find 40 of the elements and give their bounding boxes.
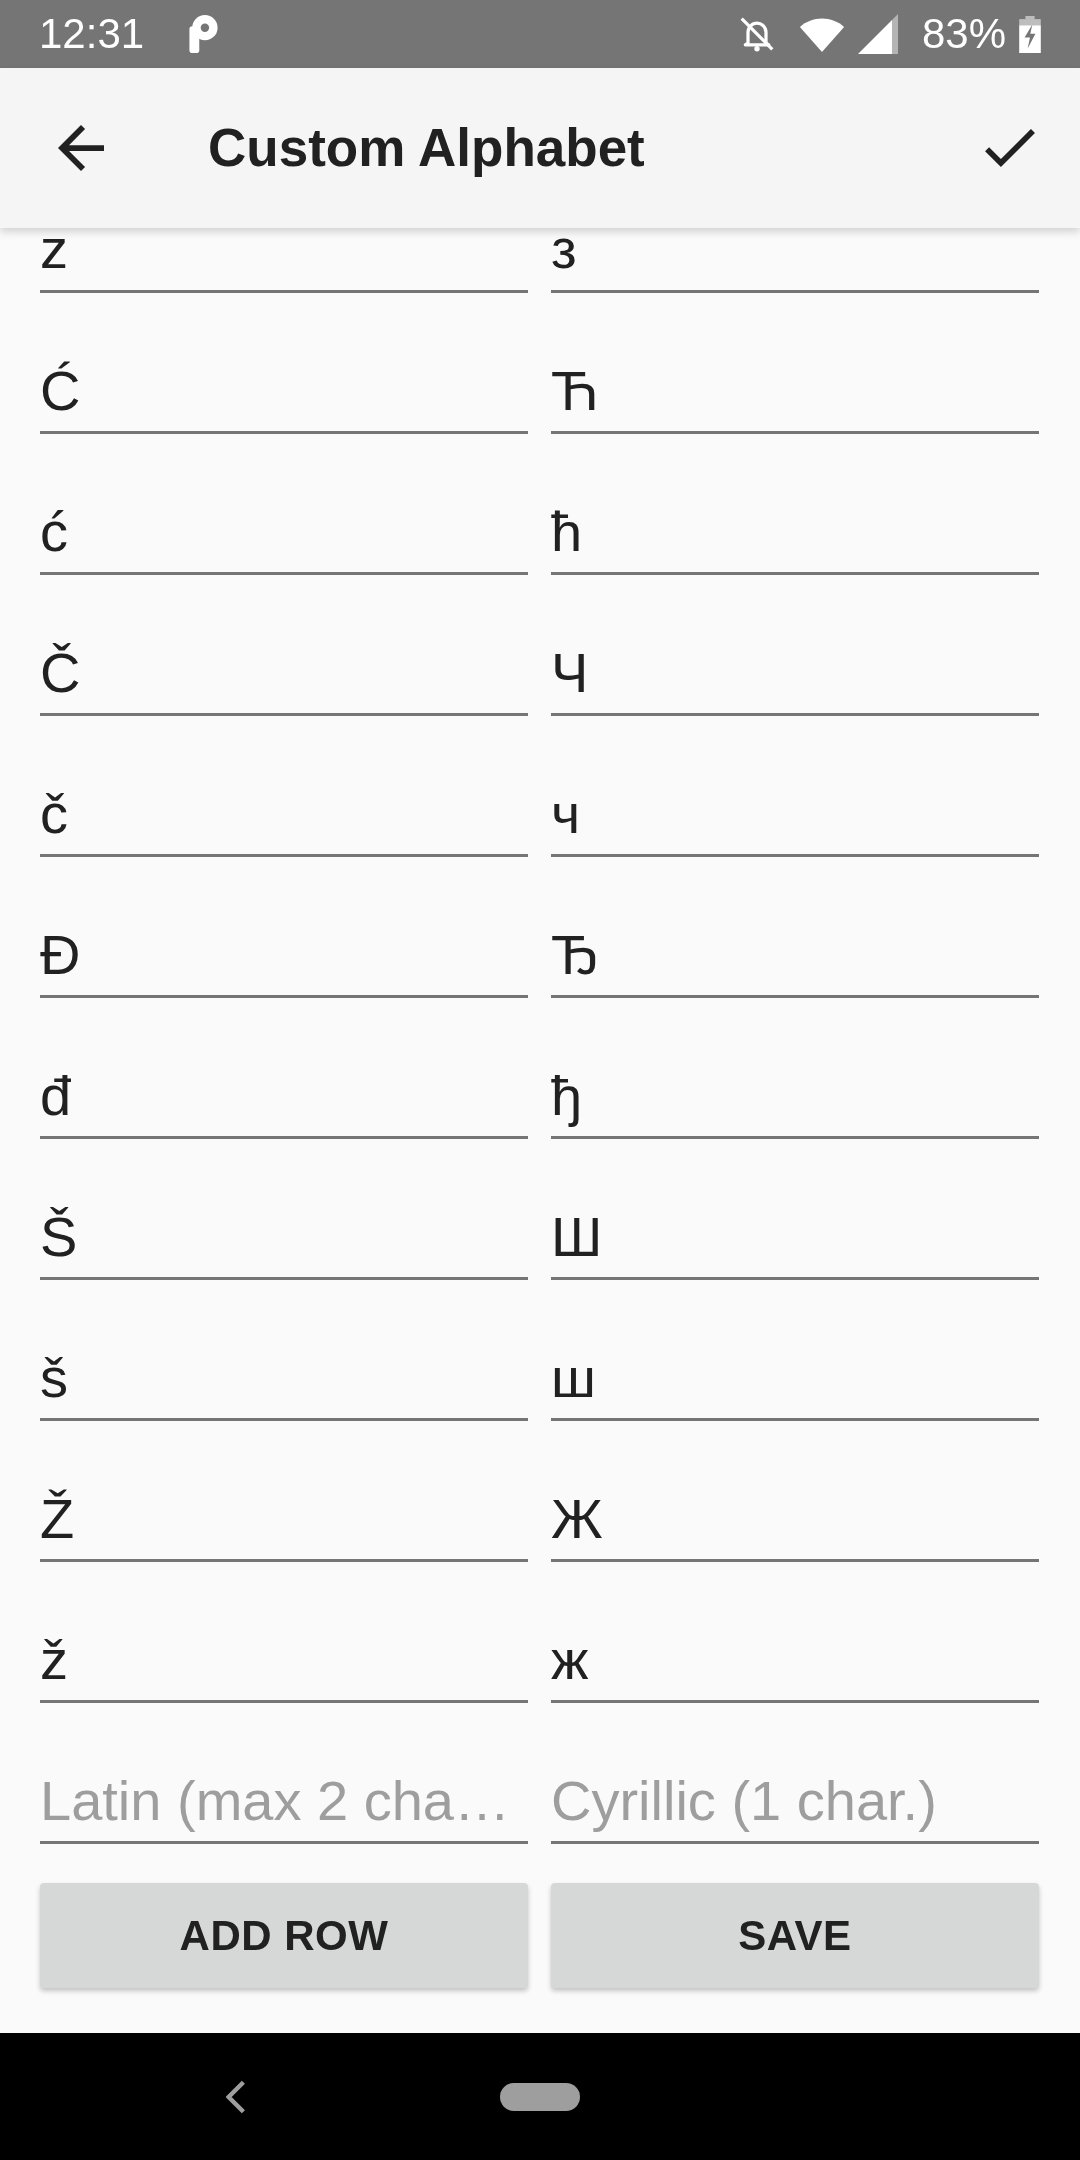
cyrillic-letter-field[interactable]: Cyrillic (1 char.): [551, 1747, 1039, 1844]
back-icon[interactable]: [226, 2079, 246, 2114]
battery-percentage: 83%: [921, 13, 1006, 55]
latin-letter-field[interactable]: Đ: [40, 901, 528, 998]
cyrillic-letter-field[interactable]: ђ: [551, 1042, 1039, 1139]
save-button[interactable]: SAVE: [551, 1883, 1039, 1988]
cyrillic-letter-field[interactable]: ж: [551, 1606, 1039, 1703]
cyrillic-letter-field[interactable]: Ћ: [551, 337, 1039, 434]
latin-letter-field[interactable]: ć: [40, 478, 528, 575]
status-time: 12:31: [39, 13, 145, 55]
back-arrow-icon: [58, 125, 104, 171]
cyrillic-letter-field[interactable]: Ђ: [551, 901, 1039, 998]
latin-letter-field[interactable]: Š: [40, 1183, 528, 1280]
cyrillic-letter-field[interactable]: Ч: [551, 619, 1039, 716]
latin-letter-field[interactable]: Ć: [40, 337, 528, 434]
cyrillic-letter-field[interactable]: з: [551, 228, 1039, 293]
signal-icon: [857, 14, 898, 54]
latin-letter-field[interactable]: š: [40, 1324, 528, 1421]
back-button[interactable]: [58, 125, 104, 171]
add-row-button[interactable]: ADD ROW: [40, 1883, 528, 1988]
home-button[interactable]: [500, 2082, 580, 2111]
battery-charging-icon: [1019, 15, 1041, 53]
check-icon: [985, 129, 1035, 167]
cyrillic-letter-field[interactable]: Ж: [551, 1465, 1039, 1562]
wifi-icon: [798, 18, 845, 52]
app-logo-icon: [189, 15, 219, 53]
cyrillic-letter-field[interactable]: ш: [551, 1324, 1039, 1421]
confirm-button[interactable]: [985, 129, 1035, 167]
cyrillic-letter-field[interactable]: ч: [551, 760, 1039, 857]
bell-off-icon: [738, 16, 775, 52]
latin-letter-field[interactable]: Latin (max 2 cha…: [40, 1747, 528, 1844]
latin-letter-field[interactable]: Ž: [40, 1465, 528, 1562]
latin-letter-field[interactable]: č: [40, 760, 528, 857]
latin-letter-field[interactable]: ž: [40, 1606, 528, 1703]
latin-letter-field[interactable]: đ: [40, 1042, 528, 1139]
cyrillic-letter-field[interactable]: Ш: [551, 1183, 1039, 1280]
screen-title: Custom Alphabet: [208, 117, 645, 180]
latin-letter-field[interactable]: z: [40, 228, 528, 293]
cyrillic-letter-field[interactable]: ћ: [551, 478, 1039, 575]
latin-letter-field[interactable]: Č: [40, 619, 528, 716]
